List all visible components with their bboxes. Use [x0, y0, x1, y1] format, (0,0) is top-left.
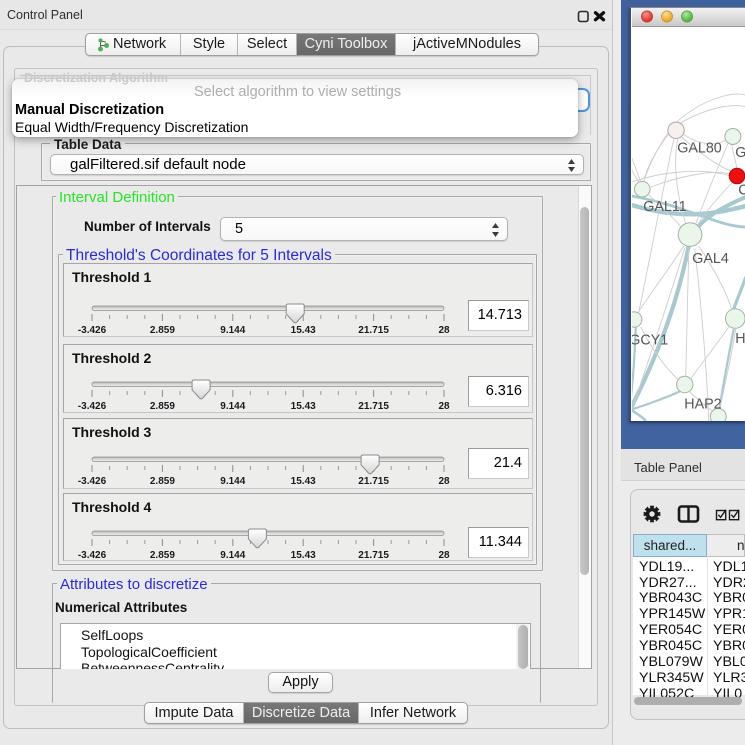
- svg-text:21.715: 21.715: [358, 550, 389, 561]
- svg-text:GA: GA: [735, 145, 745, 161]
- svg-text:GAL4: GAL4: [692, 251, 729, 267]
- svg-text:C: C: [738, 183, 745, 199]
- svg-text:2.859: 2.859: [150, 401, 175, 412]
- svg-text:9.144: 9.144: [220, 476, 245, 487]
- svg-text:28: 28: [438, 476, 450, 487]
- svg-text:21.715: 21.715: [358, 325, 389, 336]
- svg-text:15.43: 15.43: [291, 550, 316, 561]
- svg-text:GAL11: GAL11: [643, 199, 686, 215]
- svg-text:2.859: 2.859: [150, 476, 175, 487]
- svg-text:H: H: [735, 331, 745, 347]
- svg-text:28: 28: [438, 401, 450, 412]
- svg-text:9.144: 9.144: [220, 325, 245, 336]
- svg-text:28: 28: [438, 550, 450, 561]
- svg-text:-3.426: -3.426: [78, 325, 107, 336]
- svg-text:9.144: 9.144: [220, 550, 245, 561]
- svg-text:-3.426: -3.426: [78, 550, 107, 561]
- svg-text:15.43: 15.43: [291, 476, 316, 487]
- svg-text:9.144: 9.144: [220, 401, 245, 412]
- svg-text:15.43: 15.43: [291, 401, 316, 412]
- svg-text:2.859: 2.859: [150, 325, 175, 336]
- svg-text:-3.426: -3.426: [78, 401, 107, 412]
- svg-text:2.859: 2.859: [150, 550, 175, 561]
- svg-text:21.715: 21.715: [358, 476, 389, 487]
- svg-text:15.43: 15.43: [291, 325, 316, 336]
- svg-text:GAL80: GAL80: [677, 141, 722, 157]
- svg-text:GCY1: GCY1: [632, 333, 668, 349]
- svg-text:HAP2: HAP2: [684, 397, 721, 413]
- svg-text:21.715: 21.715: [358, 401, 389, 412]
- svg-text:-3.426: -3.426: [78, 476, 107, 487]
- svg-text:28: 28: [438, 325, 450, 336]
